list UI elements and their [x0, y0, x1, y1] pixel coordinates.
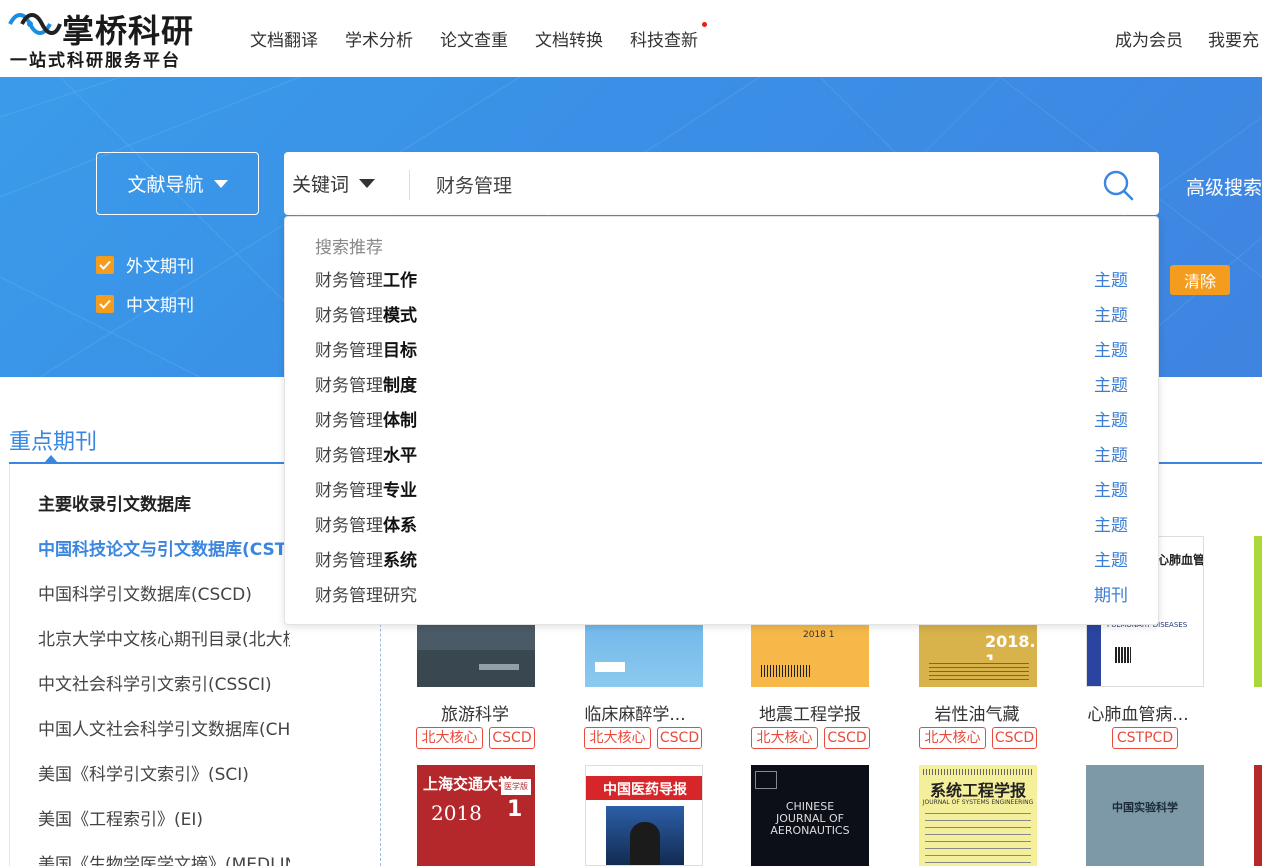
- index-tag: CSCD: [657, 727, 702, 749]
- suggestion-item[interactable]: 财务管理制度 主题: [285, 365, 1158, 400]
- suggestion-item[interactable]: 财务管理系统 主题: [285, 540, 1158, 575]
- journal-cover[interactable]: [1254, 536, 1262, 687]
- cover-title: 中国实验科学: [1112, 801, 1178, 814]
- cover-title: CHINESE JOURNAL OF AERONAUTICS: [770, 800, 850, 837]
- suggestion-prefix: 财务管理: [315, 271, 383, 291]
- new-badge-dot: [702, 22, 707, 27]
- journal-cover[interactable]: 系统工程学报 JOURNAL OF SYSTEMS ENGINEERING: [919, 765, 1037, 866]
- suggestion-highlight: 制度: [383, 376, 417, 396]
- journal-cover[interactable]: CHINESE JOURNAL OF AERONAUTICS: [751, 765, 869, 866]
- nav-item-convert[interactable]: 文档转换: [535, 26, 603, 51]
- search-input[interactable]: [436, 164, 1076, 204]
- suggestion-item[interactable]: 财务管理体制 主题: [285, 400, 1158, 435]
- suggestions-title: 搜索推荐: [315, 238, 383, 258]
- suggestion-highlight: 模式: [383, 306, 417, 326]
- search-type-select[interactable]: 关键词: [292, 152, 376, 215]
- cover-title: 上海交通大学: [423, 775, 514, 793]
- database-item-cscd[interactable]: 中国科学引文数据库(CSCD): [38, 580, 252, 605]
- suggestion-type: 主题: [1094, 306, 1128, 326]
- caret-down-icon: [359, 179, 376, 188]
- suggestion-highlight: 工作: [383, 271, 417, 291]
- search-icon[interactable]: [1102, 169, 1134, 201]
- suggestion-highlight: 目标: [383, 341, 417, 361]
- suggestion-prefix: 财务管理: [315, 376, 383, 396]
- suggestion-type: 主题: [1094, 516, 1128, 536]
- suggestion-prefix: 财务管理: [315, 306, 383, 326]
- suggestion-prefix: 财务管理: [315, 481, 383, 501]
- become-member-link[interactable]: 成为会员: [1115, 26, 1183, 51]
- cover-issue: 1: [507, 797, 523, 822]
- suggestion-item[interactable]: 财务管理水平 主题: [285, 435, 1158, 470]
- suggestion-prefix: 财务管理: [315, 411, 383, 431]
- suggestion-type: 主题: [1094, 271, 1128, 291]
- suggestion-item[interactable]: 财务管理模式 主题: [285, 295, 1158, 330]
- index-tag: CSCD: [489, 727, 535, 749]
- journal-cover[interactable]: [1254, 765, 1262, 866]
- suggestion-item[interactable]: 财务管理目标 主题: [285, 330, 1158, 365]
- journal-name[interactable]: 旅游科学: [400, 700, 550, 725]
- suggestion-item[interactable]: 财务管理体系 主题: [285, 505, 1158, 540]
- journal-name[interactable]: 地震工程学报: [735, 700, 885, 725]
- journal-name[interactable]: 岩性油气藏: [902, 700, 1052, 725]
- index-tag: 北大核心: [919, 727, 986, 749]
- cover-year: 2018: [431, 801, 482, 825]
- cover-title: 系统工程学报: [929, 781, 1026, 800]
- advanced-search-link[interactable]: 高级搜索: [1186, 173, 1262, 200]
- journal-cover[interactable]: 上海交通大学 医学版 2018 1: [417, 765, 535, 866]
- clear-button[interactable]: 清除: [1170, 265, 1230, 295]
- suggestion-prefix: 财务管理研究: [315, 586, 417, 606]
- database-item-sci[interactable]: 美国《科学引文索引》(SCI): [38, 760, 249, 785]
- cover-header: 心肺血管病杂志: [1157, 553, 1204, 567]
- suggestion-highlight: 体制: [383, 411, 417, 431]
- database-item-pku[interactable]: 北京大学中文核心期刊目录(北大核心): [38, 625, 290, 650]
- divider: [409, 170, 410, 200]
- suggestion-prefix: 财务管理: [315, 551, 383, 571]
- suggestion-type: 主题: [1094, 376, 1128, 396]
- index-tag: 北大核心: [584, 727, 651, 749]
- search-suggestions-dropdown: 搜索推荐 财务管理工作 主题 财务管理模式 主题 财务管理目标 主题 财务管理制…: [284, 216, 1159, 625]
- database-item-medline[interactable]: 美国《生物学医学文摘》(MEDLINE): [38, 850, 290, 866]
- cover-sub: JOURNAL OF SYSTEMS ENGINEERING: [922, 799, 1034, 806]
- database-item-chsscd[interactable]: 中国人文社会科学引文数据库(CHSSCD): [38, 715, 290, 740]
- suggestion-type: 主题: [1094, 411, 1128, 431]
- database-item-cstpcd[interactable]: 中国科技论文与引文数据库(CSTPCD): [38, 535, 290, 560]
- index-tag: 北大核心: [416, 727, 483, 749]
- suggestion-highlight: 体系: [383, 516, 417, 536]
- index-tag: CSCD: [824, 727, 870, 749]
- suggestion-type: 期刊: [1094, 586, 1128, 606]
- cover-title: 中国医药导报: [603, 782, 687, 798]
- suggestion-highlight: 水平: [383, 446, 417, 466]
- suggestion-type: 主题: [1094, 481, 1128, 501]
- suggestion-type: 主题: [1094, 446, 1128, 466]
- search-box: 关键词: [284, 152, 1159, 215]
- journal-cover[interactable]: 中国实验科学: [1086, 765, 1204, 866]
- suggestion-item[interactable]: 财务管理研究 期刊: [285, 575, 1158, 610]
- index-tag: CSTPCD: [1112, 727, 1178, 749]
- nav-item-plagiarism[interactable]: 论文查重: [440, 26, 508, 51]
- journal-name[interactable]: 临床麻醉学...: [560, 700, 710, 725]
- suggestion-item[interactable]: 财务管理工作 主题: [285, 260, 1158, 295]
- search-type-label: 关键词: [292, 174, 350, 196]
- suggestion-highlight: 系统: [383, 551, 417, 571]
- recharge-link[interactable]: 我要充: [1208, 26, 1259, 51]
- suggestion-prefix: 财务管理: [315, 341, 383, 361]
- suggestion-prefix: 财务管理: [315, 516, 383, 536]
- cover-sub: CHINA MEDICAL HERALD: [601, 770, 689, 778]
- index-tag: 北大核心: [751, 727, 818, 749]
- cover-sub: 医学版: [501, 779, 531, 795]
- journal-name[interactable]: 心肺血管病...: [1063, 700, 1213, 725]
- nav-item-novelty[interactable]: 科技查新: [630, 26, 698, 51]
- nav-item-analysis[interactable]: 学术分析: [345, 26, 413, 51]
- index-tag: CSCD: [992, 727, 1037, 749]
- suggestion-highlight: 专业: [383, 481, 417, 501]
- journal-cover[interactable]: CHINA MEDICAL HERALD 中国医药导报: [585, 765, 703, 866]
- database-list: 中国科技论文与引文数据库(CSTPCD) 中国科学引文数据库(CSCD) 北京大…: [0, 0, 290, 866]
- database-item-ei[interactable]: 美国《工程索引》(EI): [38, 805, 203, 830]
- suggestion-prefix: 财务管理: [315, 446, 383, 466]
- database-item-cssci[interactable]: 中文社会科学引文索引(CSSCI): [38, 670, 272, 695]
- suggestion-item[interactable]: 财务管理专业 主题: [285, 470, 1158, 505]
- cover-issue: 2018 1: [803, 630, 835, 640]
- suggestion-type: 主题: [1094, 341, 1128, 361]
- suggestion-type: 主题: [1094, 551, 1128, 571]
